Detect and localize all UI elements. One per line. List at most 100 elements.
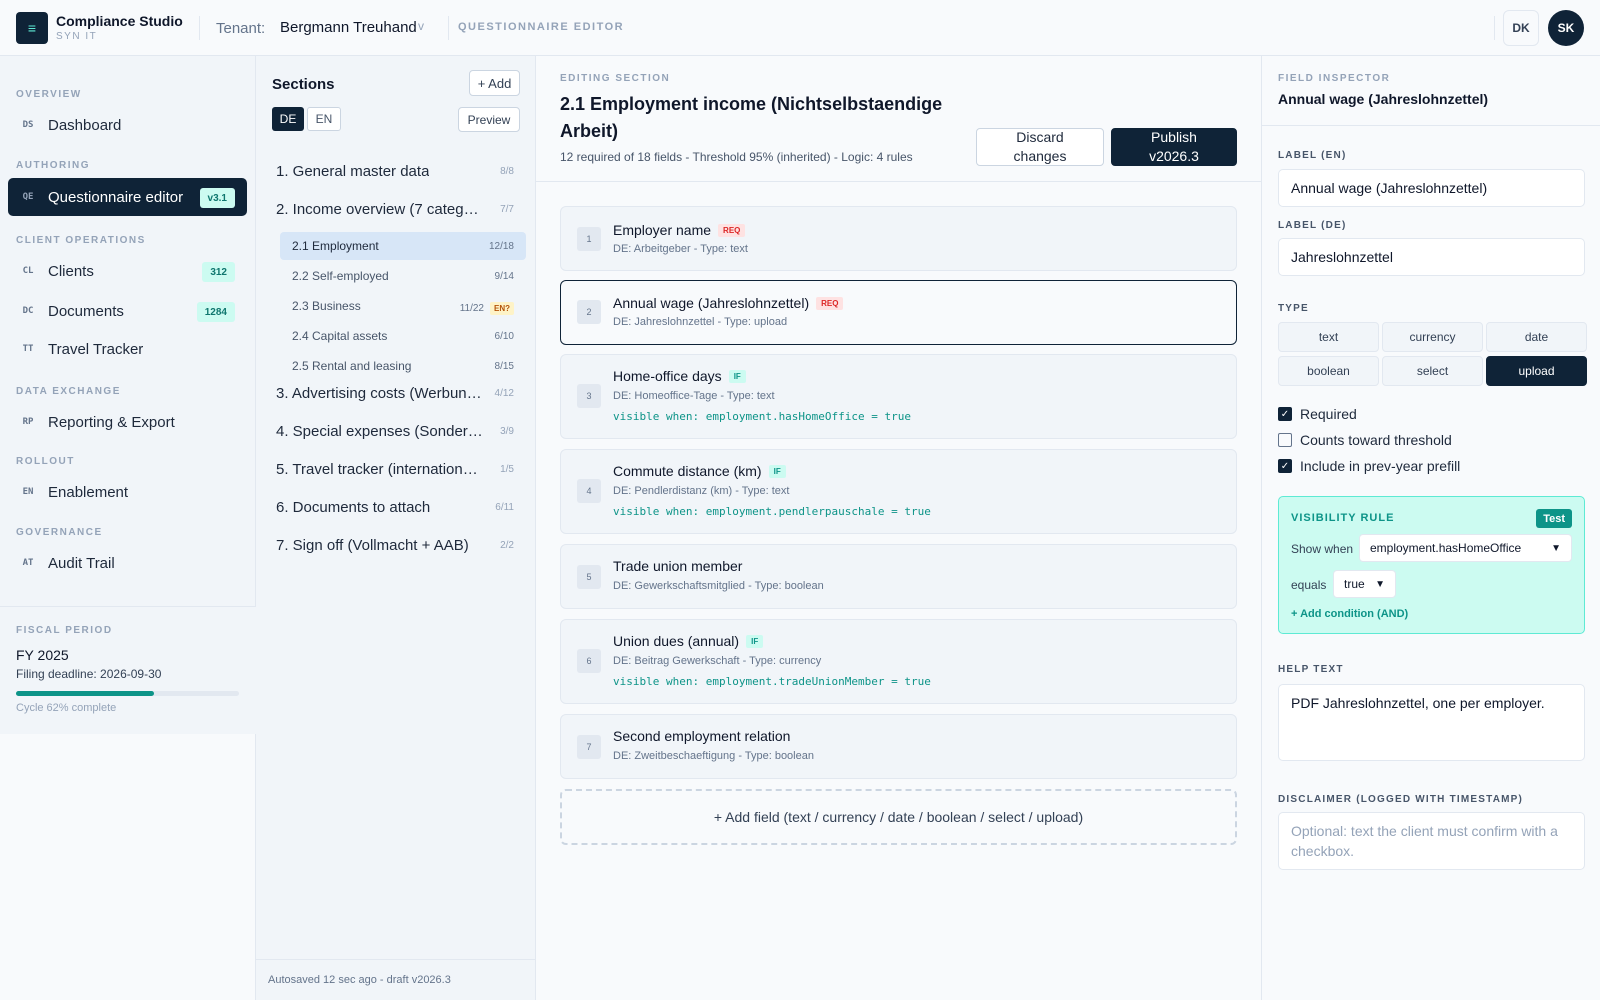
section-item[interactable]: 4. Special expenses (Sonderausgaben) 3/9	[276, 423, 514, 440]
subsection-label: 2.4 Capital assets	[292, 329, 388, 343]
required-badge: REQ	[718, 224, 746, 237]
label-de-field[interactable]: Jahreslohnzettel	[1278, 238, 1585, 276]
subsection-item[interactable]: 2.3 Business 11/22 EN?	[280, 292, 526, 320]
field-card[interactable]: 6 Union dues (annual) IF DE: Beitrag Gewe…	[560, 619, 1237, 704]
button-label: v2026.3	[1149, 148, 1199, 164]
section-item[interactable]: 3. Advertising costs (Werbungskosten) 4/1…	[276, 385, 514, 402]
add-section-button[interactable]: + Add	[469, 70, 520, 96]
sidebar-item-questionnaire-editor[interactable]: QE Questionnaire editor v3.1	[8, 178, 247, 216]
show-when-label: Show when	[1291, 542, 1354, 556]
add-field-button[interactable]: + Add field (text / currency / date / bo…	[560, 789, 1237, 845]
type-boolean-button[interactable]: boolean	[1278, 356, 1379, 386]
lang-de-toggle[interactable]: DE	[272, 107, 304, 131]
tenant-selector[interactable]: Bergmann Treuhand	[280, 19, 417, 36]
section-meta: 12 required of 18 fields - Threshold 95%…	[560, 150, 913, 164]
subsection-label: 2.2 Self-employed	[292, 269, 389, 283]
field-number: 2	[577, 300, 601, 324]
disclaimer-label: DISCLAIMER (LOGGED WITH TIMESTAMP)	[1278, 794, 1524, 805]
label-de-label: LABEL (DE)	[1278, 220, 1347, 231]
subsection-item[interactable]: 2.5 Rental and leasing 8/15	[280, 352, 526, 380]
section-count: 3/9	[500, 426, 514, 437]
nav-abbr: DS	[22, 120, 34, 130]
sidebar-item-enablement[interactable]: EN Enablement	[8, 473, 247, 511]
sidebar-item-label: Audit Trail	[48, 554, 115, 572]
field-title: Home-office days	[613, 368, 722, 384]
field-subtitle: DE: Gewerkschaftsmitglied - Type: boolea…	[613, 580, 824, 592]
sidebar-item-documents[interactable]: DC Documents 1284	[8, 292, 247, 330]
inspector-title: Annual wage (Jahreslohnzettel)	[1278, 91, 1489, 107]
label-en-field[interactable]: Annual wage (Jahreslohnzettel)	[1278, 169, 1585, 207]
app-title: Compliance Studio	[56, 13, 183, 29]
subsection-item[interactable]: 2.2 Self-employed 9/14	[280, 262, 526, 290]
field-card-selected[interactable]: 2 Annual wage (Jahreslohnzettel) REQ DE: …	[560, 280, 1237, 345]
type-select-button[interactable]: select	[1382, 356, 1483, 386]
field-number: 7	[577, 735, 601, 759]
section-label: 1. General master data	[276, 163, 430, 180]
preview-button[interactable]: Preview	[458, 107, 520, 132]
field-card[interactable]: 3 Home-office days IF DE: Homeoffice-Tage…	[560, 354, 1237, 439]
chevron-down-icon[interactable]: v	[418, 19, 424, 33]
section-item[interactable]: 1. General master data 8/8	[276, 163, 514, 180]
equals-select[interactable]: true ▼	[1333, 570, 1396, 598]
menu-icon[interactable]: ≡	[16, 12, 48, 44]
field-number: 6	[577, 649, 601, 673]
add-condition-link[interactable]: + Add condition (AND)	[1291, 608, 1408, 620]
nav-abbr: EN	[22, 487, 34, 497]
test-rule-button[interactable]: Test	[1536, 509, 1572, 528]
show-when-select[interactable]: employment.hasHomeOffice ▼	[1359, 534, 1572, 562]
sidebar-item-audit-trail[interactable]: AT Audit Trail	[8, 544, 247, 582]
subsection-item[interactable]: 2.1 Employment 12/18	[280, 232, 526, 260]
help-text-area[interactable]: PDF Jahreslohnzettel, one per employer.	[1278, 684, 1585, 761]
count-badge: 1284	[196, 302, 235, 322]
subsection-count: 6/10	[494, 330, 514, 342]
subsection-item[interactable]: 2.4 Capital assets 6/10	[280, 322, 526, 350]
section-item[interactable]: 6. Documents to attach 6/11	[276, 499, 514, 516]
field-card[interactable]: 1 Employer name REQ DE: Arbeitgeber - Typ…	[560, 206, 1237, 271]
fiscal-year: FY 2025	[16, 647, 69, 663]
nav-abbr: CL	[22, 266, 34, 276]
avatar-sk[interactable]: SK	[1548, 10, 1584, 46]
field-number: 3	[577, 384, 601, 408]
count-badge: 312	[202, 262, 235, 282]
sidebar-item-clients[interactable]: CL Clients 312	[8, 252, 247, 290]
sidebar-item-travel-tracker[interactable]: TT Travel Tracker	[8, 330, 247, 368]
avatar-dk[interactable]: DK	[1503, 10, 1539, 46]
section-item[interactable]: 2. Income overview (7 categories) 7/7	[276, 201, 514, 218]
sidebar-item-reporting[interactable]: RP Reporting & Export	[8, 403, 247, 441]
section-item[interactable]: 5. Travel tracker (international days) 1/…	[276, 461, 514, 478]
help-text-label: HELP TEXT	[1278, 664, 1344, 675]
required-checkbox[interactable]: ✓ Required	[1278, 406, 1357, 422]
nav-abbr: AT	[22, 558, 34, 568]
field-card[interactable]: 4 Commute distance (km) IF DE: Pendlerdis…	[560, 449, 1237, 534]
field-card[interactable]: 5 Trade union member DE: Gewerkschaftsmi…	[560, 544, 1237, 609]
discard-changes-button[interactable]: Discard changes	[976, 128, 1104, 166]
nav-abbr: DC	[22, 306, 34, 316]
select-value: employment.hasHomeOffice	[1370, 541, 1522, 555]
nav-abbr: TT	[22, 344, 34, 354]
type-currency-button[interactable]: currency	[1382, 322, 1483, 352]
inspector-eyebrow: FIELD INSPECTOR	[1278, 73, 1391, 84]
section-count: 7/7	[500, 204, 514, 215]
field-title: Employer name	[613, 222, 712, 238]
section-title: 2.1 Employment income (Nichtselbstaendig…	[560, 91, 942, 145]
sidebar-item-label: Documents	[48, 302, 124, 320]
type-date-button[interactable]: date	[1486, 322, 1587, 352]
translation-flag: EN?	[490, 301, 514, 315]
field-subtitle: DE: Beitrag Gewerkschaft - Type: currenc…	[613, 655, 822, 667]
type-text-button[interactable]: text	[1278, 322, 1379, 352]
threshold-checkbox[interactable]: Counts toward threshold	[1278, 432, 1452, 448]
lang-en-toggle[interactable]: EN	[307, 107, 341, 131]
autosave-status: Autosaved 12 sec ago - draft v2026.3	[256, 959, 536, 1000]
prefill-checkbox[interactable]: ✓ Include in prev-year prefill	[1278, 458, 1460, 474]
conditional-badge: IF	[768, 465, 786, 478]
sidebar-item-label: Dashboard	[48, 116, 122, 134]
required-badge: REQ	[816, 297, 844, 310]
section-item[interactable]: 7. Sign off (Vollmacht + AAB) 2/2	[276, 537, 514, 554]
type-upload-button[interactable]: upload	[1486, 356, 1587, 386]
brand: Compliance Studio SYN IT	[56, 13, 183, 42]
sidebar-item-dashboard[interactable]: DS Dashboard	[8, 106, 247, 144]
publish-button[interactable]: Publish v2026.3	[1111, 128, 1237, 166]
disclaimer-text-area[interactable]: Optional: text the client must confirm w…	[1278, 812, 1585, 870]
field-card[interactable]: 7 Second employment relation DE: Zweitbe…	[560, 714, 1237, 779]
subsection-label: 2.1 Employment	[292, 239, 379, 253]
